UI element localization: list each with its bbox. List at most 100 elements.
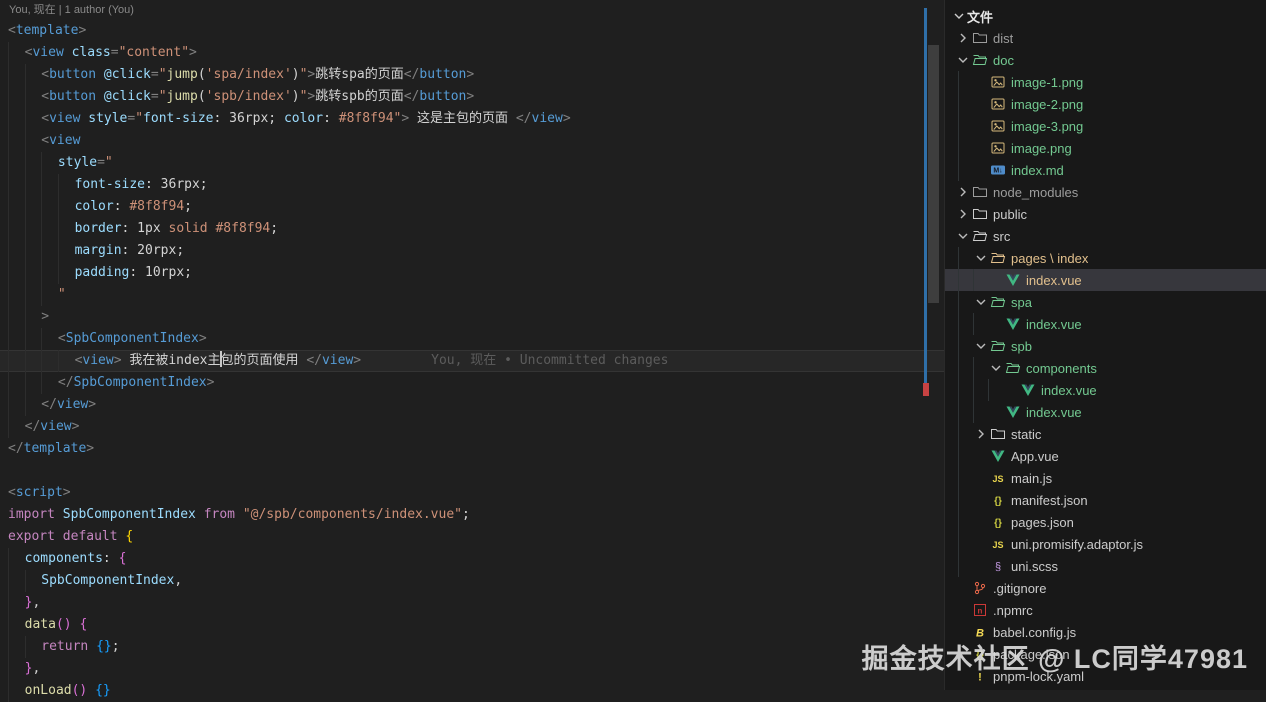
code-line[interactable]: <SpbComponentIndex>: [0, 328, 944, 350]
code-line[interactable]: <button @click="jump('spa/index')">跳转spa…: [0, 64, 944, 86]
codelens-authors[interactable]: You, 现在 | 1 author (You): [0, 0, 944, 20]
tree-indent-guide: [958, 247, 973, 269]
code-token: </: [58, 375, 74, 390]
code-line[interactable]: components: {: [0, 548, 944, 570]
tree-item-pages.json[interactable]: {}pages.json: [945, 511, 1266, 533]
tree-item-.gitignore[interactable]: .gitignore: [945, 577, 1266, 599]
code-line[interactable]: SpbComponentIndex,: [0, 570, 944, 592]
tree-item-node-modules[interactable]: node_modules: [945, 181, 1266, 203]
code-token: "@/spb/components/index.vue": [243, 507, 462, 522]
git-icon: [971, 580, 989, 596]
code-line[interactable]: [0, 460, 944, 482]
chevron-down-icon[interactable]: [973, 294, 989, 310]
indent-guide: [41, 262, 58, 284]
tree-item-manifest.json[interactable]: {}manifest.json: [945, 489, 1266, 511]
code-line[interactable]: export default {: [0, 526, 944, 548]
chevron-down-icon[interactable]: [955, 228, 971, 244]
tree-item-spa[interactable]: spa: [945, 291, 1266, 313]
code-line[interactable]: border: 1px solid #8f8f94;: [0, 218, 944, 240]
code-line[interactable]: </SpbComponentIndex>: [0, 372, 944, 394]
code-line[interactable]: >: [0, 306, 944, 328]
code-token: ": [135, 111, 143, 126]
tree-indent-guide: [958, 93, 973, 115]
code-line[interactable]: color: #8f8f94;: [0, 196, 944, 218]
tree-item-src[interactable]: src: [945, 225, 1266, 247]
tree-item-image-2.png[interactable]: image-2.png: [945, 93, 1266, 115]
tree-indent-guide: [973, 401, 988, 423]
tree-item-image-1.png[interactable]: image-1.png: [945, 71, 1266, 93]
tree-item-static[interactable]: static: [945, 423, 1266, 445]
tree-item-dist[interactable]: dist: [945, 27, 1266, 49]
code-line[interactable]: <view class="content">: [0, 42, 944, 64]
chevron-down-icon[interactable]: [988, 360, 1004, 376]
chevron-right-icon[interactable]: [973, 426, 989, 442]
chevron-down-icon[interactable]: [955, 52, 971, 68]
code-line[interactable]: onLoad() {}: [0, 680, 944, 702]
code-line[interactable]: font-size: 36rpx;: [0, 174, 944, 196]
indent-guide: [25, 350, 42, 372]
indent-guide: [41, 218, 58, 240]
code-line[interactable]: },: [0, 592, 944, 614]
code-token: ;: [184, 199, 192, 214]
indent-guide: [25, 130, 42, 152]
tree-item-components[interactable]: components: [945, 357, 1266, 379]
tree-item-uni.promisify.adaptor.js[interactable]: JSuni.promisify.adaptor.js: [945, 533, 1266, 555]
code-line[interactable]: margin: 20rpx;: [0, 240, 944, 262]
code-token: (: [198, 67, 206, 82]
code-line[interactable]: </view>: [0, 416, 944, 438]
explorer-section-header[interactable]: 文件: [945, 5, 1266, 27]
code-editor[interactable]: You, 现在 | 1 author (You) <template><view…: [0, 0, 944, 690]
tree-item-public[interactable]: public: [945, 203, 1266, 225]
tree-item-uni.scss[interactable]: §uni.scss: [945, 555, 1266, 577]
code-line[interactable]: padding: 10rpx;: [0, 262, 944, 284]
chevron-spacer: [973, 536, 989, 552]
code-token: =: [97, 155, 105, 170]
code-line[interactable]: <view style="font-size: 36rpx; color: #8…: [0, 108, 944, 130]
code-token: <: [41, 67, 49, 82]
tree-item-doc[interactable]: doc: [945, 49, 1266, 71]
tree-item-app.vue[interactable]: App.vue: [945, 445, 1266, 467]
code-line[interactable]: import SpbComponentIndex from "@/spb/com…: [0, 504, 944, 526]
tree-item-.npmrc[interactable]: n.npmrc: [945, 599, 1266, 621]
code-token: data: [25, 617, 56, 632]
chevron-right-icon[interactable]: [955, 30, 971, 46]
chevron-right-icon[interactable]: [955, 206, 971, 222]
tree-item-index.md[interactable]: M↓index.md: [945, 159, 1266, 181]
code-token: font-size: [75, 177, 145, 192]
code-line[interactable]: <script>: [0, 482, 944, 504]
code-line[interactable]: ": [0, 284, 944, 306]
chevron-down-icon[interactable]: [973, 250, 989, 266]
chevron-down-icon: [951, 8, 967, 24]
tree-item-image.png[interactable]: image.png: [945, 137, 1266, 159]
tree-item-main.js[interactable]: JSmain.js: [945, 467, 1266, 489]
chevron-down-icon[interactable]: [973, 338, 989, 354]
code-token: ": [58, 287, 66, 302]
js-icon: JS: [989, 536, 1007, 552]
code-line[interactable]: <template>: [0, 20, 944, 42]
tree-item-image-3.png[interactable]: image-3.png: [945, 115, 1266, 137]
code-token: [55, 529, 63, 544]
code-line[interactable]: </template>: [0, 438, 944, 460]
code-line[interactable]: },: [0, 658, 944, 680]
tree-item-index.vue[interactable]: index.vue: [945, 379, 1266, 401]
tree-item-index.vue[interactable]: index.vue: [945, 269, 1266, 291]
code-line-current[interactable]: <view> 我在被index主包的页面使用 </view>You, 现在 • …: [0, 350, 944, 372]
tree-item-spb[interactable]: spb: [945, 335, 1266, 357]
tree-item-pages-index[interactable]: pages \ index: [945, 247, 1266, 269]
tree-indent-guide: [958, 313, 973, 335]
code-line[interactable]: style=": [0, 152, 944, 174]
code-token: 跳转spb的页面: [315, 89, 403, 104]
chevron-right-icon[interactable]: [955, 184, 971, 200]
code-line[interactable]: data() {: [0, 614, 944, 636]
code-line[interactable]: return {};: [0, 636, 944, 658]
indent-guide: [25, 86, 42, 108]
indent-guide: [8, 328, 25, 350]
code-line[interactable]: <view: [0, 130, 944, 152]
indent-guide: [41, 372, 58, 394]
indent-guide: [25, 570, 42, 592]
code-line[interactable]: </view>: [0, 394, 944, 416]
code-line[interactable]: <button @click="jump('spb/index')">跳转spb…: [0, 86, 944, 108]
tree-item-index.vue[interactable]: index.vue: [945, 401, 1266, 423]
editor-scrollbar[interactable]: [928, 45, 939, 303]
tree-item-index.vue[interactable]: index.vue: [945, 313, 1266, 335]
